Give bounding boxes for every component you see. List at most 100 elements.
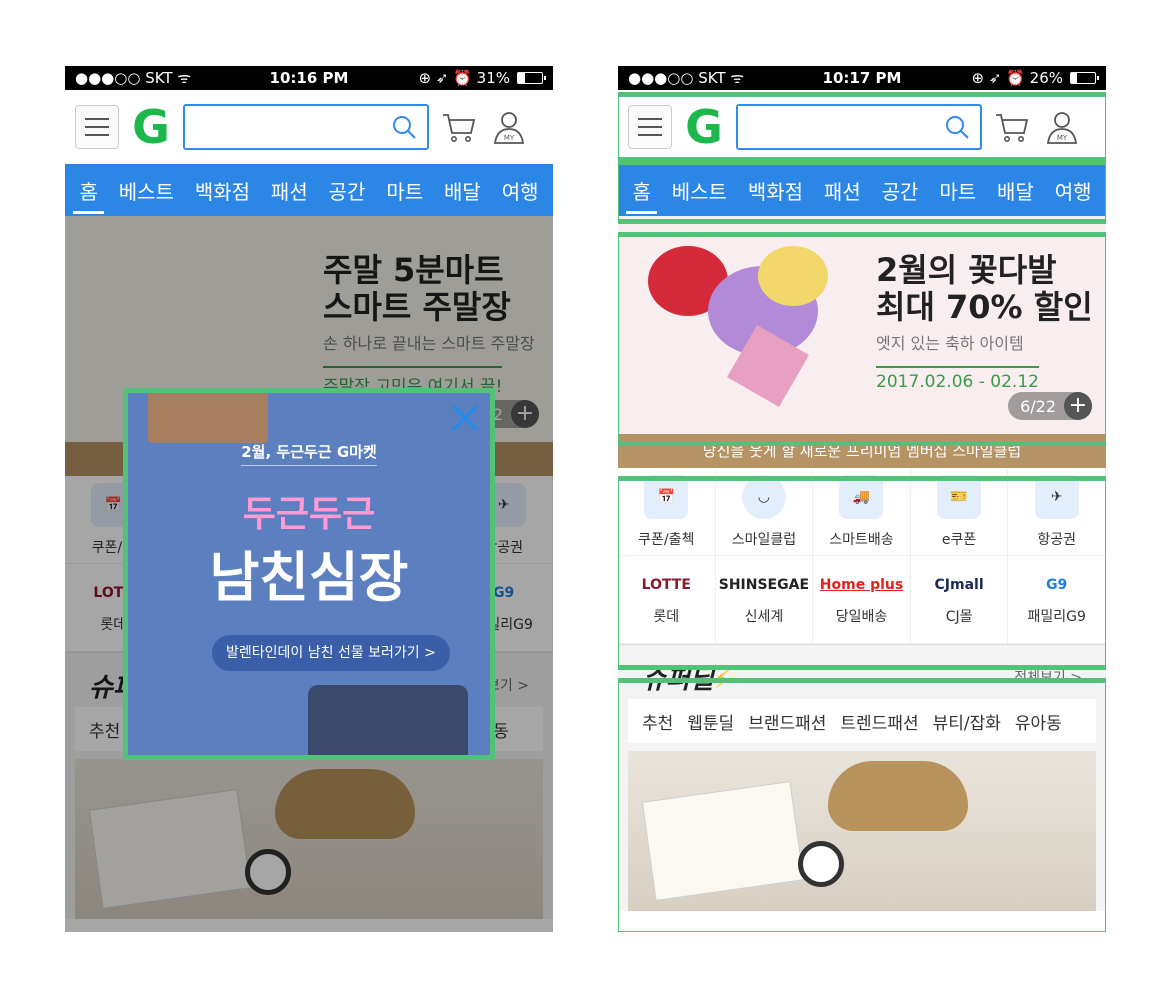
status-indicators: ⊕ ➶ ⏰ 31%	[418, 69, 510, 87]
close-icon[interactable]	[450, 403, 480, 433]
nav-tab[interactable]: 배달	[442, 164, 483, 216]
nav-tab[interactable]: 홈	[626, 164, 658, 216]
app-header: G MY	[618, 90, 1106, 164]
search-box[interactable]	[183, 104, 429, 150]
superdeal-tab[interactable]: 웹툰딜	[687, 709, 734, 734]
nav-tab[interactable]: 마트	[384, 164, 425, 216]
brand-label: 패밀리G9	[1027, 608, 1086, 625]
category-nav: 홈 베스트 백화점 패션 공간 마트 배달 여행	[65, 164, 553, 216]
my-account-icon[interactable]: MY	[489, 107, 529, 147]
brand-g9[interactable]: G9 패밀리G9	[1008, 556, 1106, 644]
brand-shinsegae[interactable]: SHINSEGAE 신세계	[715, 556, 814, 644]
battery-icon	[1070, 72, 1099, 84]
nav-tab[interactable]: 패션	[822, 164, 863, 216]
svg-text:MY: MY	[1057, 134, 1068, 142]
search-icon[interactable]	[391, 114, 417, 140]
truck-icon: 🚚	[839, 474, 884, 519]
banner-date: 2017.02.06 - 02.12	[876, 366, 1039, 392]
phone-screen-right: ●●●○○ SKT ᯤ 10:17 PM ⊕ ➶ ⏰ 26% G MY 홈 베스트…	[618, 66, 1106, 932]
carrier-signal: ●●●○○ SKT ᯤ	[75, 69, 192, 87]
smile-club-strip[interactable]: 당신을 웃게 할 새로운 프리미엄 멤버십 스마일클럽	[618, 434, 1106, 468]
popup-title-top: 두근두근	[242, 494, 376, 535]
status-indicators: ⊕ ➶ ⏰ 26%	[971, 69, 1063, 87]
plus-icon[interactable]: +	[1064, 392, 1092, 420]
popup-cta-button[interactable]: 발렌타인데이 남친 선물 보러가기 >	[212, 635, 450, 671]
status-right: ⊕ ➶ ⏰ 26%	[971, 69, 1099, 87]
view-all-link[interactable]: 전체보기 >	[1014, 667, 1082, 687]
carrier-signal: ●●●○○ SKT ᯤ	[628, 69, 745, 87]
popup-kicker: 2월, 두근두근 G마켓	[128, 441, 490, 466]
nav-tab[interactable]: 패션	[269, 164, 310, 216]
quick-smile-club[interactable]: ◡ 스마일클럽	[715, 468, 814, 556]
gmarket-logo[interactable]: G	[682, 104, 726, 150]
superdeal-tab[interactable]: 추천	[642, 709, 673, 734]
quick-ecoupon[interactable]: 🎫 e쿠폰	[910, 468, 1009, 556]
nav-tab[interactable]: 백화점	[193, 164, 252, 216]
phone-screen-left: ●●●○○ SKT ᯤ 10:16 PM ⊕ ➶ ⏰ 31% G MY 홈 베스트…	[65, 66, 553, 932]
hamburger-menu-button[interactable]	[628, 105, 672, 149]
my-account-icon[interactable]: MY	[1042, 107, 1082, 147]
shinsegae-logo: SHINSEGAE	[718, 576, 810, 593]
airplane-icon: ✈	[1034, 474, 1079, 519]
quick-label: 쿠폰/출첵	[638, 531, 695, 548]
brand-label: CJ몰	[945, 608, 973, 625]
hamburger-menu-button[interactable]	[75, 105, 119, 149]
status-bar: ●●●○○ SKT ᯤ 10:17 PM ⊕ ➶ ⏰ 26%	[618, 66, 1106, 90]
quick-menu-grid: 📅 쿠폰/출첵 ◡ 스마일클럽 🚚 스마트배송 🎫 e쿠폰 ✈ 항공권 LOTTE 롯데 S…	[618, 468, 1106, 645]
app-header: G MY	[65, 90, 553, 164]
sweater-image	[308, 685, 468, 755]
category-nav: 홈 베스트 백화점 패션 공간 마트 배달 여행	[618, 164, 1106, 216]
banner-subtitle: 엣지 있는 축하 아이템	[876, 334, 1024, 353]
gmarket-logo[interactable]: G	[129, 104, 173, 150]
superdeal-tab[interactable]: 유아동	[1015, 709, 1062, 734]
superdeal-tab[interactable]: 브랜드패션	[748, 709, 826, 734]
superdeal-product-image[interactable]	[628, 751, 1096, 911]
nav-tab[interactable]: 여행	[500, 164, 541, 216]
nav-tab[interactable]: 배달	[995, 164, 1036, 216]
battery-icon	[517, 72, 546, 84]
promo-banner[interactable]: 2월의 꽃다발 최대 70% 할인 엣지 있는 축하 아이템 2017.02.0…	[618, 216, 1106, 434]
nav-tab[interactable]: 베스트	[117, 164, 176, 216]
popup-title-main: 남친심장	[209, 546, 409, 609]
brand-label: 롯데	[653, 608, 680, 625]
brand-label: 신세계	[744, 608, 784, 625]
superdeal-logo: 슈퍼딜⚡	[642, 664, 733, 695]
nav-tab[interactable]: 홈	[73, 164, 105, 216]
quick-label: e쿠폰	[941, 531, 977, 548]
calendar-icon: 📅	[644, 474, 689, 519]
lotte-logo: LOTTE	[641, 576, 691, 593]
nav-tab[interactable]: 마트	[937, 164, 978, 216]
quick-label: 스마일클럽	[731, 531, 797, 548]
superdeal-section: 슈퍼딜⚡ 전체보기 > 추천 웹툰딜 브랜드패션 트렌드패션 뷰티/잡화 유아동	[618, 645, 1106, 911]
nav-tab[interactable]: 공간	[880, 164, 921, 216]
superdeal-tab[interactable]: 트렌드패션	[840, 709, 918, 734]
nav-tab[interactable]: 베스트	[670, 164, 729, 216]
nav-tab[interactable]: 여행	[1053, 164, 1094, 216]
flower-bouquet-image	[638, 236, 848, 416]
banner-pager[interactable]: 6/22 +	[1008, 392, 1092, 420]
status-bar: ●●●○○ SKT ᯤ 10:16 PM ⊕ ➶ ⏰ 31%	[65, 66, 553, 90]
nav-tab[interactable]: 백화점	[746, 164, 805, 216]
brand-cjmall[interactable]: CJmall CJ몰	[910, 556, 1009, 644]
cart-icon[interactable]	[992, 107, 1032, 147]
superdeal-tab[interactable]: 뷰티/잡화	[933, 709, 1001, 734]
quick-coupon-checkin[interactable]: 📅 쿠폰/출첵	[618, 468, 716, 556]
search-input[interactable]	[185, 106, 385, 148]
search-box[interactable]	[736, 104, 982, 150]
superdeal-tabs: 추천 웹툰딜 브랜드패션 트렌드패션 뷰티/잡화 유아동	[628, 699, 1096, 743]
quick-smart-delivery[interactable]: 🚚 스마트배송	[813, 468, 911, 556]
promo-popup[interactable]: 2월, 두근두근 G마켓 두근두근 남친심장 발렌타인데이 남친 선물 보러가기…	[123, 388, 495, 760]
search-icon[interactable]	[944, 114, 970, 140]
cart-icon[interactable]	[439, 107, 479, 147]
radio-image	[148, 393, 268, 443]
svg-text:MY: MY	[504, 134, 515, 142]
homeplus-logo: Home plus	[819, 576, 904, 593]
cjmall-logo: CJmall	[934, 576, 984, 593]
brand-lotte[interactable]: LOTTE 롯데	[618, 556, 716, 644]
smile-icon: ◡	[741, 474, 786, 519]
quick-flight[interactable]: ✈ 항공권	[1008, 468, 1106, 556]
search-input[interactable]	[738, 106, 938, 148]
brand-homeplus[interactable]: Home plus 당일배송	[813, 556, 911, 644]
nav-tab[interactable]: 공간	[327, 164, 368, 216]
banner-title: 2월의 꽃다발 최대 70% 할인	[876, 251, 1093, 326]
